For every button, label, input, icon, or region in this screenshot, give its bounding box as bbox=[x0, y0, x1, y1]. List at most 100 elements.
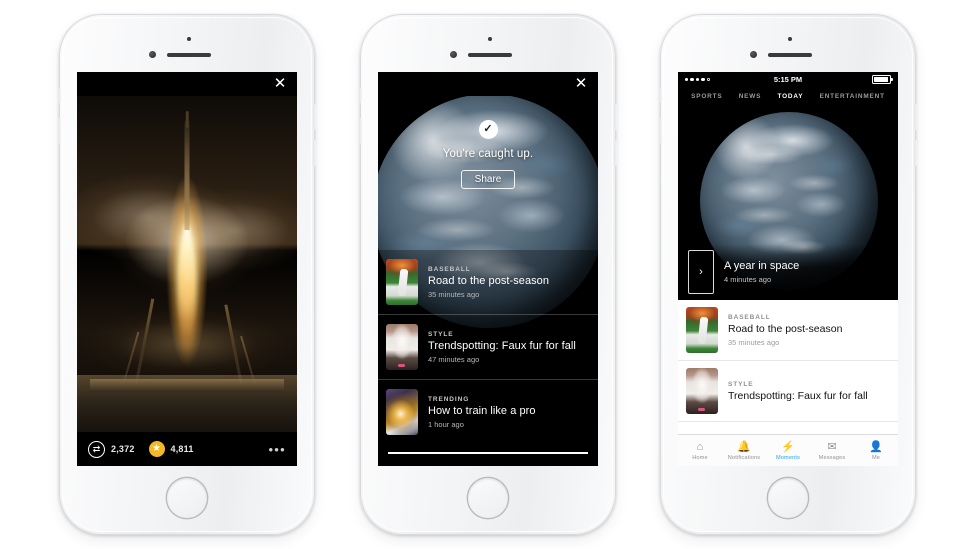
item-timestamp: 35 minutes ago bbox=[728, 337, 780, 347]
retweet-count: 2,372 bbox=[111, 444, 135, 454]
item-thumbnail bbox=[386, 389, 418, 435]
top-chrome-bar bbox=[378, 72, 598, 96]
mute-switch[interactable] bbox=[58, 88, 61, 103]
item-kicker: STYLE bbox=[428, 330, 454, 338]
phone-device-2: ✕ ✓ You're caught up. Share BASEBALL Roa… bbox=[359, 14, 617, 535]
chevron-right-icon: › bbox=[699, 265, 703, 278]
close-icon[interactable]: ✕ bbox=[573, 76, 589, 92]
front-camera-icon bbox=[149, 51, 156, 58]
tab-today[interactable]: TODAY bbox=[777, 93, 803, 100]
list-item[interactable]: BASEBALL Road to the post-season 35 minu… bbox=[678, 300, 898, 361]
pad-structure bbox=[90, 378, 284, 392]
caught-up-text: You're caught up. bbox=[442, 148, 534, 160]
home-button[interactable] bbox=[167, 478, 207, 518]
screenshot-stage: ✕ ⇄ 2,372 ★ 4,811 ••• ✕ ✓ You're caught … bbox=[0, 0, 976, 549]
tabbar-item-notifications[interactable]: 🔔 Notifications bbox=[722, 441, 766, 461]
item-timestamp: 47 minutes ago bbox=[428, 354, 480, 364]
item-text: TRENDING How to train like a pro 1 hour … bbox=[428, 396, 536, 429]
volume-down-button[interactable] bbox=[614, 140, 617, 166]
item-kicker: STYLE bbox=[728, 380, 754, 388]
tabbar-label-me: Me bbox=[871, 454, 881, 461]
rocket-launch-photo bbox=[77, 96, 297, 432]
item-text: STYLE Trendspotting: Faux fur for fall bbox=[728, 381, 868, 402]
list-item[interactable]: TRENDING How to train like a pro 1 hour … bbox=[378, 379, 598, 444]
more-options-icon[interactable]: ••• bbox=[268, 443, 286, 456]
item-kicker: BASEBALL bbox=[428, 265, 471, 273]
star-icon: ★ bbox=[152, 443, 162, 454]
phone3-screen: 5:15 PM SPORTS NEWS TODAY ENTERTAINMENT … bbox=[678, 72, 898, 466]
item-thumbnail bbox=[686, 368, 718, 414]
battery-fill bbox=[874, 76, 888, 83]
item-text: STYLE Trendspotting: Faux fur for fall 4… bbox=[428, 331, 576, 364]
envelope-icon: ✉ bbox=[827, 440, 837, 453]
rocket-photo-container: ✕ ⇄ 2,372 ★ 4,811 ••• bbox=[77, 72, 297, 466]
phone-device-1: ✕ ⇄ 2,372 ★ 4,811 ••• bbox=[58, 14, 316, 535]
share-button[interactable]: Share bbox=[460, 170, 516, 189]
item-kicker: TRENDING bbox=[428, 395, 470, 403]
tabbar-item-messages[interactable]: ✉ Messages bbox=[810, 441, 854, 461]
volume-down-button[interactable] bbox=[914, 140, 917, 166]
phone1-screen: ✕ ⇄ 2,372 ★ 4,811 ••• bbox=[77, 72, 297, 466]
volume-down-button[interactable] bbox=[313, 140, 316, 166]
retweet-button[interactable]: ⇄ bbox=[88, 440, 105, 458]
item-thumbnail bbox=[686, 307, 718, 353]
retweet-icon: ⇄ bbox=[92, 443, 101, 454]
next-arrow-button[interactable]: › bbox=[688, 250, 714, 294]
list-item[interactable]: STYLE Trendspotting: Faux fur for fall 4… bbox=[378, 314, 598, 379]
home-icon: ⌂ bbox=[696, 440, 704, 453]
tabbar-label-messages: Messages bbox=[818, 454, 846, 461]
person-icon: 👤 bbox=[869, 440, 883, 453]
item-timestamp: 1 hour ago bbox=[428, 419, 464, 429]
gantry-tower bbox=[134, 298, 155, 385]
mute-switch[interactable] bbox=[659, 88, 662, 103]
tabbar-item-moments[interactable]: ⚡ Moments bbox=[766, 441, 810, 461]
rocket-flame bbox=[179, 223, 195, 359]
check-icon: ✓ bbox=[483, 123, 493, 135]
rocket-tip bbox=[185, 111, 189, 128]
scroll-progress-bar[interactable] bbox=[388, 452, 588, 454]
status-bar: 5:15 PM bbox=[678, 72, 898, 87]
hero-timestamp: 4 minutes ago bbox=[724, 275, 772, 284]
item-text: BASEBALL Road to the post-season 35 minu… bbox=[728, 314, 842, 347]
lightning-bolt-icon: ⚡ bbox=[781, 440, 795, 453]
item-timestamp: 35 minutes ago bbox=[428, 289, 480, 299]
favorite-button[interactable]: ★ bbox=[148, 441, 165, 457]
power-button[interactable] bbox=[659, 118, 662, 144]
moments-list: BASEBALL Road to the post-season 35 minu… bbox=[378, 250, 598, 444]
hero-overlay: › A year in space 4 minutes ago bbox=[678, 244, 898, 300]
phone-device-3: 5:15 PM SPORTS NEWS TODAY ENTERTAINMENT … bbox=[659, 14, 917, 535]
tabbar-item-me[interactable]: 👤 Me bbox=[854, 441, 898, 461]
bottom-fill bbox=[378, 436, 598, 466]
list-item[interactable]: STYLE Trendspotting: Faux fur for fall bbox=[678, 361, 898, 422]
volume-up-button[interactable] bbox=[614, 104, 617, 130]
tabbar-item-home[interactable]: ⌂ Home bbox=[678, 441, 722, 461]
item-headline: Road to the post-season bbox=[428, 274, 550, 287]
category-tab-bar: SPORTS NEWS TODAY ENTERTAINMENT bbox=[678, 87, 898, 106]
item-headline: Road to the post-season bbox=[728, 322, 843, 335]
close-icon[interactable]: ✕ bbox=[272, 76, 288, 92]
volume-up-button[interactable] bbox=[313, 104, 316, 130]
home-button[interactable] bbox=[468, 478, 508, 518]
checkmark-badge: ✓ bbox=[478, 120, 498, 139]
hero-text: A year in space 4 minutes ago bbox=[724, 260, 799, 284]
item-thumbnail bbox=[386, 324, 418, 370]
bell-icon: 🔔 bbox=[737, 440, 751, 453]
earpiece-speaker bbox=[468, 53, 512, 57]
list-item[interactable]: BASEBALL Road to the post-season 35 minu… bbox=[378, 250, 598, 314]
earpiece-speaker bbox=[768, 53, 812, 57]
home-button[interactable] bbox=[768, 478, 808, 518]
proximity-sensor-icon bbox=[187, 37, 191, 41]
front-camera-icon bbox=[450, 51, 457, 58]
tabbar-label-notifications: Notifications bbox=[727, 454, 761, 461]
earpiece-speaker bbox=[167, 53, 211, 57]
item-headline: Trendspotting: Faux fur for fall bbox=[728, 389, 868, 402]
tab-sports[interactable]: SPORTS bbox=[691, 93, 722, 100]
tab-entertainment[interactable]: ENTERTAINMENT bbox=[820, 93, 885, 100]
mute-switch[interactable] bbox=[359, 88, 362, 103]
power-button[interactable] bbox=[58, 118, 61, 144]
power-button[interactable] bbox=[359, 118, 362, 144]
tab-news[interactable]: NEWS bbox=[739, 93, 762, 100]
hero-moment[interactable]: › A year in space 4 minutes ago bbox=[678, 106, 898, 300]
volume-up-button[interactable] bbox=[914, 104, 917, 130]
battery-icon bbox=[872, 74, 893, 85]
